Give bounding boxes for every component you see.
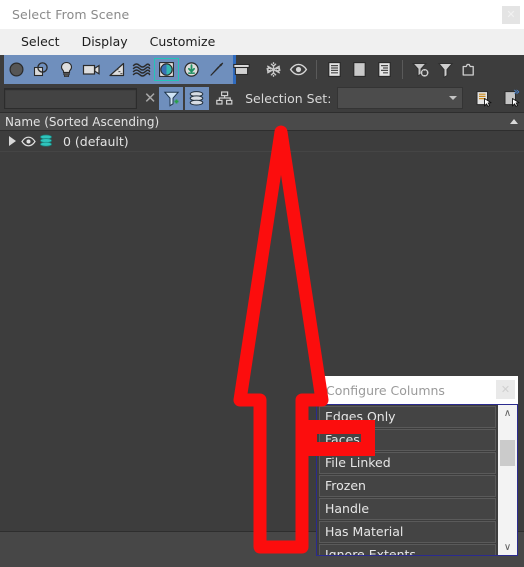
toolbar-overflow-icon[interactable]: » [513, 85, 520, 98]
window-title: Select From Scene [12, 7, 130, 22]
name-column-header[interactable]: Name (Sorted Ascending) [0, 112, 524, 131]
menubar: Select Display Customize [0, 29, 524, 55]
eye-icon[interactable] [19, 133, 37, 149]
window-titlebar: Select From Scene ✕ [0, 0, 524, 29]
configure-columns-panel: Configure Columns ✕ Edges Only Faces Fil… [316, 376, 518, 556]
lights-icon[interactable] [54, 58, 79, 81]
delete-selection-set-icon[interactable] [499, 87, 524, 110]
list-item[interactable]: Frozen [319, 475, 496, 497]
toolbar-separator [316, 60, 317, 79]
expand-all-icon[interactable] [372, 58, 397, 81]
filter-icon[interactable] [433, 58, 458, 81]
configure-columns-titlebar: Configure Columns ✕ [316, 376, 518, 404]
clear-search-icon[interactable]: ✕ [141, 87, 159, 109]
list-item[interactable]: Edges Only [319, 406, 496, 428]
search-input[interactable] [4, 87, 138, 109]
xrefs-icon[interactable] [179, 58, 204, 81]
tree-row-default-layer[interactable]: 0 (default) [0, 131, 524, 152]
tree-row-label: 0 (default) [63, 133, 129, 149]
selection-set-dropdown[interactable] [337, 87, 463, 109]
list-item[interactable]: Handle [319, 498, 496, 520]
scroll-up-icon[interactable]: ∧ [498, 405, 517, 421]
scroll-down-icon[interactable]: ∨ [498, 539, 517, 555]
menu-item-select[interactable]: Select [10, 32, 71, 52]
menu-item-display[interactable]: Display [71, 32, 139, 52]
configure-columns-body: Edges Only Faces File Linked Frozen Hand… [316, 404, 518, 556]
toolbar-separator-2 [402, 60, 403, 79]
list-item[interactable]: Ignore Extents [319, 544, 496, 555]
groups-icon[interactable] [154, 58, 179, 81]
name-column-label: Name (Sorted Ascending) [5, 114, 160, 129]
save-selection-set-icon[interactable] [471, 87, 496, 110]
list-item[interactable]: Faces [319, 429, 496, 451]
bone-objects-icon[interactable] [204, 58, 229, 81]
close-icon[interactable]: ✕ [502, 6, 520, 24]
layer-icon[interactable] [37, 133, 55, 149]
helpers-icon[interactable] [104, 58, 129, 81]
configure-columns-scrollbar[interactable]: ∧ ∨ [498, 405, 517, 555]
frozen-icon[interactable] [261, 58, 286, 81]
selection-set-label: Selection Set: [245, 90, 332, 106]
configure-columns-close-icon[interactable]: ✕ [496, 380, 515, 399]
configure-columns-list: Edges Only Faces File Linked Frozen Hand… [317, 405, 498, 555]
hidden-eye-icon[interactable] [286, 58, 311, 81]
container-filter-icon[interactable] [458, 58, 483, 81]
selection-filter-icon[interactable] [408, 58, 433, 81]
scrollbar-thumb[interactable] [500, 440, 515, 466]
chevron-down-icon [448, 96, 457, 100]
find-filter-icon[interactable] [159, 86, 184, 110]
menu-item-customize[interactable]: Customize [139, 32, 227, 52]
layers-icon[interactable] [184, 86, 209, 110]
list-item[interactable]: File Linked [319, 452, 496, 474]
shapes-icon[interactable] [29, 58, 54, 81]
expand-triangle-icon[interactable] [5, 134, 19, 148]
cameras-icon[interactable] [79, 58, 104, 81]
display-children-icon[interactable] [322, 58, 347, 81]
display-influences-icon[interactable] [347, 58, 372, 81]
geometry-icon[interactable] [4, 58, 29, 81]
containers-icon[interactable] [229, 58, 254, 81]
configure-columns-title: Configure Columns [326, 382, 445, 398]
hierarchy-icon[interactable] [212, 87, 237, 110]
search-toolbar: ✕ Selection Set: » [0, 84, 524, 112]
space-warps-icon[interactable] [129, 58, 154, 81]
sort-ascending-icon [510, 119, 518, 124]
object-type-toolbar [0, 55, 524, 84]
list-item[interactable]: Has Material [319, 521, 496, 543]
